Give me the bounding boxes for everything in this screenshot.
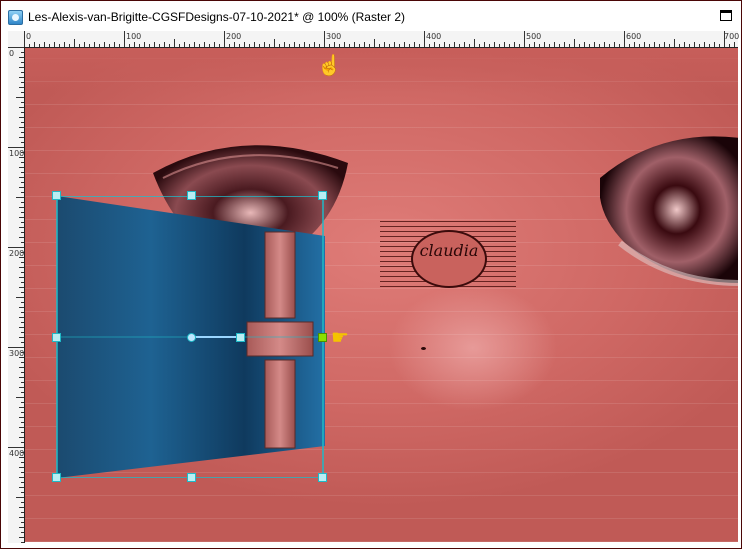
rotate-handle-icon[interactable] bbox=[187, 333, 196, 342]
maximize-icon[interactable] bbox=[720, 10, 732, 21]
edge-handle-top[interactable] bbox=[187, 191, 196, 200]
ruler-label: 200 bbox=[226, 32, 242, 41]
window-titlebar[interactable]: Les-Alexis-van-Brigitte-CGSFDesigns-07-1… bbox=[2, 2, 740, 30]
horizontal-ruler[interactable]: 0 100 200 300 400 500 600 700 bbox=[24, 31, 740, 48]
vortex-shape-right bbox=[600, 136, 738, 286]
edge-handle-left[interactable] bbox=[52, 333, 61, 342]
ruler-label: 300 bbox=[326, 32, 342, 41]
window-title: Les-Alexis-van-Brigitte-CGSFDesigns-07-1… bbox=[28, 10, 405, 24]
canvas-top-shading bbox=[25, 48, 738, 93]
ruler-label: 700 bbox=[724, 32, 740, 41]
ruler-label: 400 bbox=[9, 449, 25, 458]
corner-handle-bottom-left[interactable] bbox=[52, 473, 61, 482]
canvas-center-mark bbox=[421, 347, 426, 350]
ruler-label: 400 bbox=[426, 32, 442, 41]
rotation-handle[interactable] bbox=[236, 333, 245, 342]
watermark-text: claudia bbox=[419, 241, 479, 260]
vertical-ruler-ticks bbox=[8, 47, 24, 543]
image-window: Les-Alexis-van-Brigitte-CGSFDesigns-07-1… bbox=[0, 0, 742, 549]
brick-block-bottom bbox=[264, 359, 296, 449]
raster-2-layer-selection[interactable] bbox=[35, 196, 325, 478]
ruler-label: 200 bbox=[9, 249, 25, 258]
ruler-label: 300 bbox=[9, 349, 25, 358]
vertical-ruler[interactable]: 0 100 200 300 400 bbox=[8, 47, 25, 543]
edge-handle-bottom[interactable] bbox=[187, 473, 196, 482]
ruler-label: 0 bbox=[9, 49, 15, 58]
ruler-label: 100 bbox=[126, 32, 142, 41]
image-canvas[interactable]: claudia ☝ ☛ bbox=[25, 48, 738, 542]
ruler-corner bbox=[8, 31, 24, 47]
ruler-label: 100 bbox=[9, 149, 25, 158]
edge-handle-right[interactable] bbox=[318, 333, 327, 342]
brick-block-top bbox=[264, 231, 296, 319]
brick-block-middle bbox=[246, 321, 314, 357]
corner-handle-top-left[interactable] bbox=[52, 191, 61, 200]
ruler-label: 500 bbox=[526, 32, 542, 41]
ruler-label: 0 bbox=[26, 32, 32, 41]
ruler-label: 600 bbox=[626, 32, 642, 41]
corner-handle-top-right[interactable] bbox=[318, 191, 327, 200]
app-icon[interactable] bbox=[8, 10, 23, 25]
corner-handle-bottom-right[interactable] bbox=[318, 473, 327, 482]
pointing-hand-right-icon: ☛ bbox=[331, 327, 349, 349]
pointing-hand-up-icon: ☝ bbox=[317, 55, 342, 77]
